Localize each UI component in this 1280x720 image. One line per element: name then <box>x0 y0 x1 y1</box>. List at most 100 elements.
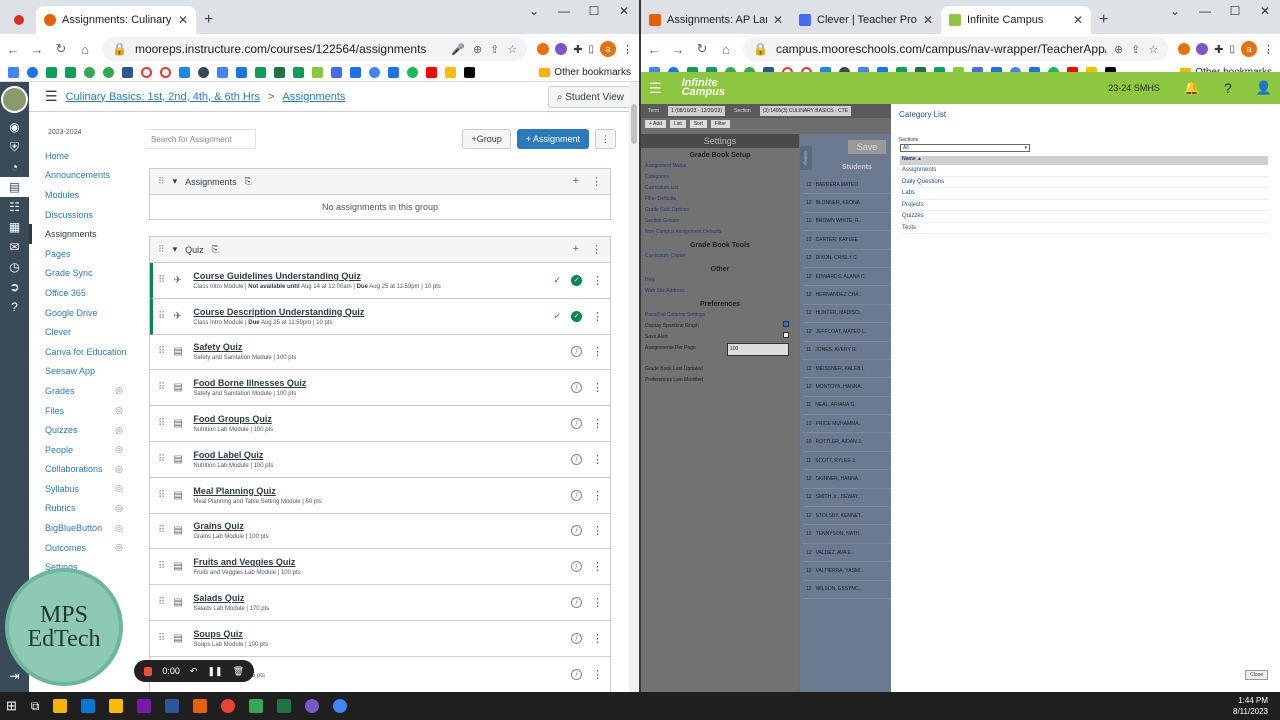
course-nav-item[interactable]: Collaborations ◎ <box>29 460 129 480</box>
student-row[interactable]: 11 NEAL, ARIANA G. <box>803 397 891 416</box>
extension-icon[interactable] <box>1196 43 1209 55</box>
home-button[interactable]: ⌂ <box>78 42 92 57</box>
table-row[interactable]: ⠿ ▤ Food Borne Illnesses Quiz Safety and Sa… <box>150 370 610 407</box>
group-export-icon[interactable]: ⎘ <box>245 176 252 187</box>
bookmark-icon[interactable] <box>65 67 76 78</box>
unpublished-icon[interactable]: / <box>571 453 582 465</box>
app-icon[interactable] <box>277 699 292 713</box>
per-page-select[interactable]: 100 <box>727 343 789 356</box>
student-row[interactable]: 12 WILSON, ESSYNC.. <box>803 581 891 599</box>
chrome-icon[interactable] <box>333 699 348 713</box>
add-to-group-icon[interactable]: + <box>573 243 579 256</box>
unpublished-icon[interactable]: / <box>571 632 582 644</box>
ic-school-year[interactable]: 23-24 SMHS <box>1108 83 1160 93</box>
ic-logo[interactable]: Infinite Campus <box>682 78 725 98</box>
commons-icon[interactable]: ➲ <box>0 277 29 297</box>
table-row[interactable]: ⠿ ▤ Soups Quiz Soups Lab Module | 100 pts / ⋮ <box>150 620 610 657</box>
table-row[interactable]: ⠿ ▤ Fruits and Veggies Quiz Fruits and Vegg… <box>150 549 610 586</box>
unpublished-icon[interactable]: / <box>571 525 582 537</box>
course-nav-item[interactable]: Grades ◎ <box>29 381 129 401</box>
maximize-button[interactable]: ☐ <box>579 0 609 22</box>
url-input[interactable]: 🔒 campus.mooreschools.com/campus/nav-wra… <box>743 37 1169 61</box>
category-row[interactable]: Tests <box>900 223 1268 234</box>
outlook-icon[interactable] <box>81 699 96 713</box>
published-icon[interactable]: ✓ <box>571 274 582 286</box>
drag-handle-icon[interactable]: ⠿ <box>158 244 165 255</box>
row-kebab-icon[interactable]: ⋮ <box>592 668 603 681</box>
group-header[interactable]: ⠿ ▾ Quiz ⎘ + ⋮ <box>150 237 610 263</box>
student-row[interactable]: 12 HERNANDEZ CHA.. <box>803 286 891 305</box>
minimize-button[interactable]: — <box>1190 0 1220 22</box>
drag-handle-icon[interactable]: ⠿ <box>158 176 165 187</box>
add-to-group-icon[interactable]: + <box>573 175 579 188</box>
name-column-header[interactable]: Name ▲ <box>900 156 1268 165</box>
reload-button[interactable]: ↻ <box>695 41 709 57</box>
admin-icon[interactable]: ⛨ <box>0 137 29 157</box>
category-row[interactable]: Quizzes <box>900 211 1268 223</box>
drag-handle-icon[interactable]: ⠿ <box>158 525 165 536</box>
app-icon[interactable] <box>249 699 264 713</box>
assignment-title-link[interactable]: Food Label Quiz <box>193 450 563 460</box>
bookmark-icon[interactable] <box>445 67 456 78</box>
bookmark-icon[interactable] <box>331 67 342 78</box>
unpublished-icon[interactable]: / <box>571 597 582 609</box>
settings-link[interactable]: Categories <box>641 172 799 183</box>
table-row[interactable]: ⠿ ▤ Meal Planning Quiz Meal Planning and Ta… <box>150 477 610 514</box>
student-row[interactable]: 12 SKINNER, HANNA.. <box>803 470 891 489</box>
hamburger-icon[interactable]: ☰ <box>45 88 58 105</box>
course-nav-item[interactable]: Files ◎ <box>29 401 129 421</box>
close-button[interactable]: Close <box>1245 670 1268 680</box>
table-row[interactable]: ⠿ ✈ Course Guidelines Understanding Quiz Cl… <box>150 263 610 299</box>
bookmark-icon[interactable] <box>141 67 152 78</box>
course-nav-item[interactable]: Pages <box>29 244 129 264</box>
unpublished-icon[interactable]: / <box>571 561 582 573</box>
close-tab-icon[interactable]: ✕ <box>773 13 783 27</box>
pass-fail-link[interactable]: Pass/Fail Coloring Settings <box>641 310 799 321</box>
sections-select[interactable]: All ▾ <box>900 144 1030 152</box>
drag-handle-icon[interactable]: ⠿ <box>158 597 165 608</box>
scrollbar-thumb[interactable] <box>631 104 637 144</box>
sparkline-checkbox[interactable] <box>783 321 789 327</box>
category-row[interactable]: Daily Questions <box>900 177 1268 188</box>
row-kebab-icon[interactable]: ⋮ <box>592 453 603 466</box>
published-icon[interactable]: ✓ <box>571 310 582 322</box>
calendar-icon[interactable]: ▦ <box>0 217 29 237</box>
bookmark-icon[interactable] <box>236 67 247 78</box>
star-icon[interactable]: ☆ <box>507 43 517 56</box>
profile-avatar[interactable]: a <box>1241 41 1257 57</box>
category-row[interactable]: Labs <box>900 188 1268 200</box>
course-nav-item[interactable]: BigBlueButton ◎ <box>29 518 129 538</box>
student-row[interactable]: 12 JEFFCOAT, MATEO L. <box>803 323 891 342</box>
bookmark-icon[interactable] <box>103 67 114 78</box>
bookmark-icon[interactable] <box>426 67 437 78</box>
tab-3[interactable]: Infinite Campus ✕ <box>941 6 1091 34</box>
course-nav-item[interactable]: People ◎ <box>29 440 129 460</box>
row-kebab-icon[interactable]: ⋮ <box>592 524 603 537</box>
student-row[interactable]: 12 STOLSBY, KENNET.. <box>803 507 891 526</box>
share-icon[interactable]: ⇪ <box>490 43 499 56</box>
assignment-title-link[interactable]: Food Borne Illnesses Quiz <box>193 378 563 388</box>
row-kebab-icon[interactable]: ⋮ <box>592 417 603 430</box>
student-row[interactable]: 12 BARRERA MATEO <box>803 176 891 195</box>
settings-link[interactable]: Web Site Address <box>641 286 799 297</box>
settings-link[interactable]: Assignment Marks <box>641 161 799 172</box>
bookmark-icon[interactable] <box>255 67 266 78</box>
row-kebab-icon[interactable]: ⋮ <box>592 596 603 609</box>
windows-start-icon[interactable]: ⊞ <box>6 698 17 714</box>
drag-handle-icon[interactable]: ⠿ <box>158 346 165 357</box>
row-kebab-icon[interactable]: ⋮ <box>592 560 603 573</box>
student-row[interactable]: 12 EDWARDS, ALANA C. <box>803 268 891 287</box>
table-row[interactable]: ⠿ ▤ Food Label Quiz Nutrition Lab Module | … <box>150 441 610 478</box>
maximize-button[interactable]: ☐ <box>1220 0 1250 22</box>
mic-icon[interactable]: 🎤 <box>451 43 465 56</box>
assignment-title-link[interactable]: Grains Quiz <box>193 521 563 531</box>
other-bookmarks[interactable]: Other bookmarks <box>539 67 631 78</box>
settings-side-tab[interactable]: Settings <box>800 146 812 170</box>
school-logo[interactable] <box>1 86 28 113</box>
chrome-icon[interactable] <box>221 699 236 713</box>
student-row[interactable]: 10 ROTTLER, AIDAN J. <box>803 433 891 452</box>
settings-link[interactable]: Filter Defaults <box>641 194 799 205</box>
tab-2[interactable]: Clever | Teacher Profile ✕ <box>791 6 941 34</box>
student-row[interactable]: 12 CARTER, KAYLEE <box>803 231 891 250</box>
forward-button[interactable]: → <box>30 42 44 57</box>
